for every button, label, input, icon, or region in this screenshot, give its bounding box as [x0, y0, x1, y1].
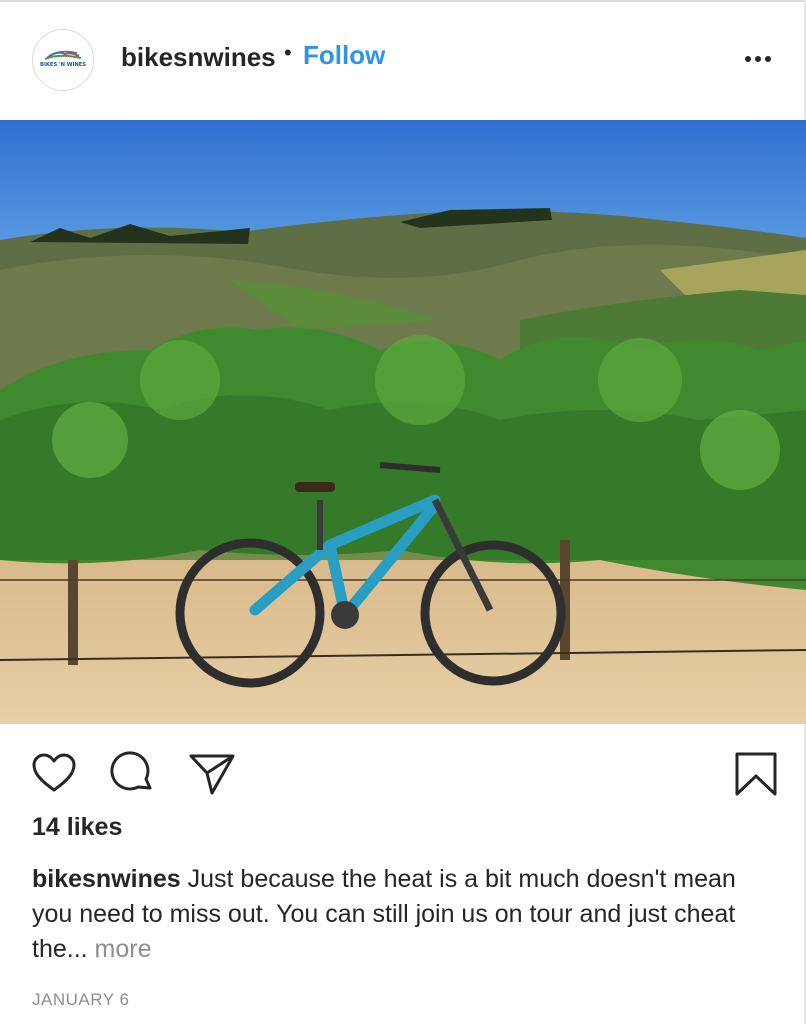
likes-count[interactable]: 14 likes	[32, 813, 122, 842]
post-caption: bikesnwines Just because the heat is a b…	[32, 862, 772, 967]
post-photo[interactable]	[0, 120, 806, 724]
follow-button[interactable]: Follow	[303, 40, 385, 71]
caption-username[interactable]: bikesnwines	[32, 865, 181, 893]
post-date: JANUARY 6	[32, 990, 130, 1009]
bookmark-icon[interactable]	[732, 750, 780, 798]
comment-icon[interactable]	[108, 750, 156, 798]
svg-text:BIKES 'N WINES: BIKES 'N WINES	[40, 62, 86, 68]
username[interactable]: bikesnwines	[121, 42, 276, 73]
post-header: BIKES 'N WINES bikesnwines • Follow	[0, 2, 806, 120]
avatar[interactable]: BIKES 'N WINES	[32, 29, 94, 91]
heart-icon[interactable]	[30, 750, 78, 798]
separator-dot: •	[284, 40, 292, 65]
ellipsis-icon[interactable]	[740, 46, 776, 72]
paper-plane-icon[interactable]	[188, 750, 236, 798]
caption-more-link[interactable]: more	[95, 935, 152, 963]
action-bar	[0, 724, 806, 814]
bikes-n-wines-logo: BIKES 'N WINES	[40, 50, 86, 68]
